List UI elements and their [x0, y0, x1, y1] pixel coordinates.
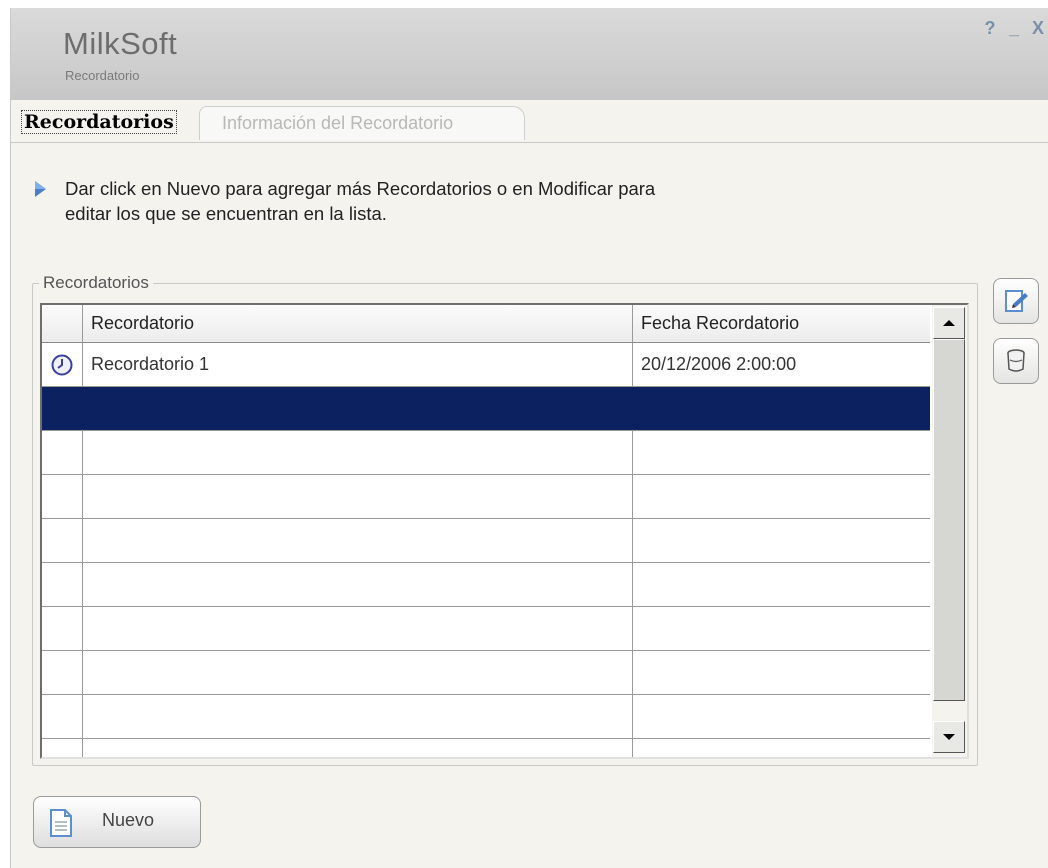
reminders-grid[interactable]: Recordatorio Fecha Recordatorio Recordat… — [40, 303, 969, 759]
table-row[interactable] — [42, 431, 930, 475]
cell-recordatorio[interactable] — [83, 387, 633, 430]
groupbox-label: Recordatorios — [39, 273, 153, 293]
app-subtitle: Recordatorio — [65, 68, 140, 83]
scroll-thumb[interactable] — [933, 339, 965, 701]
arrow-right-icon — [35, 181, 46, 197]
hint-text: Dar click en Nuevo para agregar más Reco… — [33, 176, 845, 226]
cell-recordatorio[interactable] — [83, 695, 633, 738]
cell-recordatorio[interactable] — [83, 431, 633, 474]
hint-line-1: Dar click en Nuevo para agregar más Reco… — [65, 178, 656, 199]
cell-recordatorio[interactable] — [83, 739, 633, 757]
table-row[interactable] — [42, 739, 930, 757]
nuevo-button-label: Nuevo — [102, 810, 155, 830]
arrow-up-icon — [943, 320, 955, 326]
trash-icon — [1007, 349, 1025, 372]
cell-recordatorio[interactable] — [83, 607, 633, 650]
row-indicator — [42, 607, 83, 650]
cell-fecha[interactable] — [633, 695, 930, 738]
table-row[interactable] — [42, 695, 930, 739]
cell-fecha[interactable] — [633, 563, 930, 606]
row-indicator — [42, 695, 83, 738]
row-indicator — [42, 387, 83, 430]
table-row[interactable]: Recordatorio 1 20/12/2006 2:00:00 — [42, 343, 930, 387]
modificar-button[interactable] — [993, 278, 1039, 324]
cell-recordatorio[interactable] — [83, 475, 633, 518]
scroll-up-button[interactable] — [933, 307, 965, 339]
scroll-down-button[interactable] — [933, 721, 965, 753]
cell-fecha[interactable] — [633, 651, 930, 694]
table-row-selected[interactable] — [42, 387, 930, 431]
row-indicator — [42, 519, 83, 562]
cell-fecha[interactable]: 20/12/2006 2:00:00 — [633, 343, 930, 386]
arrow-down-icon — [943, 734, 955, 740]
new-document-icon — [50, 809, 72, 837]
nuevo-button[interactable]: Nuevo — [33, 796, 201, 848]
table-row[interactable] — [42, 519, 930, 563]
clock-icon — [51, 354, 73, 376]
minimize-button[interactable]: _ — [1005, 18, 1023, 38]
cell-fecha[interactable] — [633, 607, 930, 650]
table-row[interactable] — [42, 607, 930, 651]
row-indicator — [42, 431, 83, 474]
close-button[interactable]: X — [1029, 18, 1047, 38]
row-indicator — [42, 563, 83, 606]
row-indicator — [42, 343, 83, 386]
app-title: MilkSoft — [63, 26, 178, 61]
edit-icon — [1005, 290, 1028, 312]
table-row[interactable] — [42, 563, 930, 607]
hint-line-2: editar los que se encuentran en la lista… — [65, 203, 387, 224]
row-indicator — [42, 739, 83, 757]
table-row[interactable] — [42, 475, 930, 519]
window-controls: ? _ X — [981, 18, 1047, 38]
window-header: MilkSoft Recordatorio ? _ X — [11, 8, 1048, 100]
help-button[interactable]: ? — [981, 18, 999, 38]
grid-body: Recordatorio Fecha Recordatorio Recordat… — [42, 305, 930, 757]
row-header-corner — [42, 305, 83, 342]
cell-fecha[interactable] — [633, 519, 930, 562]
vertical-scrollbar[interactable] — [932, 305, 967, 757]
grid-header-row: Recordatorio Fecha Recordatorio — [42, 305, 930, 343]
table-row[interactable] — [42, 651, 930, 695]
tab-recordatorios-label: Recordatorios — [21, 110, 177, 134]
tab-informacion-recordatorio[interactable]: Información del Recordatorio — [199, 106, 525, 140]
tab-recordatorios[interactable]: Recordatorios — [17, 108, 181, 136]
row-indicator — [42, 651, 83, 694]
cell-fecha[interactable] — [633, 431, 930, 474]
reminder-window: MilkSoft Recordatorio ? _ X Recordatorio… — [10, 8, 1048, 868]
eliminar-button[interactable] — [993, 338, 1039, 384]
cell-recordatorio[interactable] — [83, 563, 633, 606]
cell-recordatorio[interactable] — [83, 651, 633, 694]
cell-recordatorio[interactable] — [83, 519, 633, 562]
cell-fecha[interactable] — [633, 475, 930, 518]
column-header-recordatorio[interactable]: Recordatorio — [83, 305, 633, 342]
cell-recordatorio[interactable]: Recordatorio 1 — [83, 343, 633, 386]
cell-fecha[interactable] — [633, 739, 930, 757]
cell-fecha[interactable] — [633, 387, 930, 430]
column-header-fecha[interactable]: Fecha Recordatorio — [633, 305, 930, 342]
row-indicator — [42, 475, 83, 518]
tab-bar: Recordatorios Información del Recordator… — [11, 100, 1048, 143]
